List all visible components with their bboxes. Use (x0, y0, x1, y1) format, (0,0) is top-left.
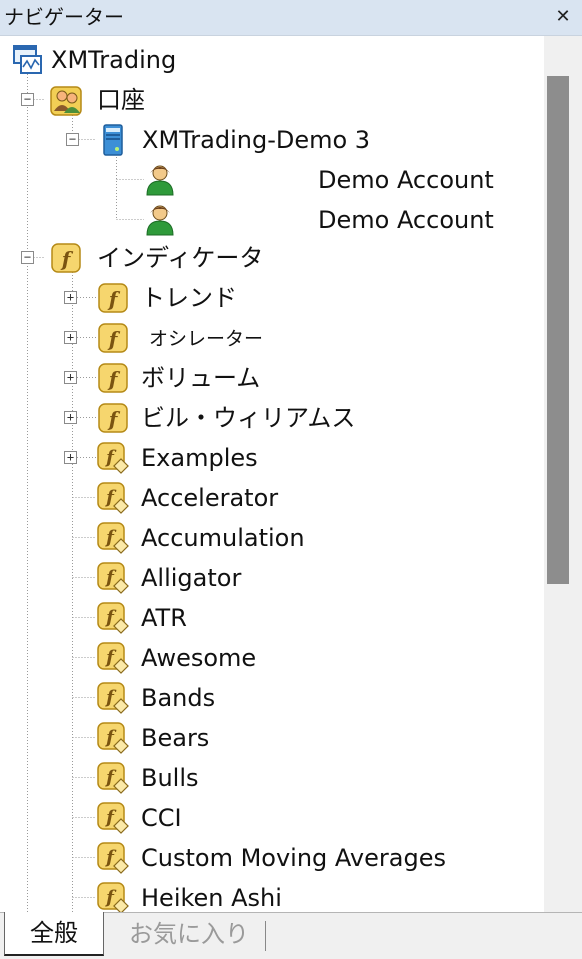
tree-node-account[interactable]: Demo Account (0, 202, 540, 238)
indicator-icon: f (97, 522, 129, 554)
accounts-folder-icon (50, 86, 82, 116)
tab-separator (265, 921, 266, 951)
function-folder-icon: f (98, 283, 128, 313)
tree-label-indicator: Accumulation (141, 524, 305, 552)
function-folder-icon: f (98, 323, 128, 353)
expand-toggle-trend[interactable]: + (64, 291, 77, 304)
tree-label-indicator: Custom Moving Averages (141, 844, 446, 872)
user-icon (146, 165, 174, 196)
indicator-icon: f (97, 602, 129, 634)
tree-node-account[interactable]: Demo Account (0, 162, 540, 198)
tree-node-indicator[interactable]: f Accelerator (0, 480, 540, 516)
tree-label-folder: オシレーター (149, 328, 264, 350)
expand-toggle-volumes[interactable]: + (64, 371, 77, 384)
user-icon (146, 205, 174, 236)
indicator-icon: f (97, 442, 129, 474)
tree-node-indicator[interactable]: f Awesome (0, 640, 540, 676)
indicator-icon: f (97, 802, 129, 834)
tree-node-indicator[interactable]: f Bands (0, 680, 540, 716)
tree-label-indicators: インディケータ (97, 244, 264, 272)
tree-node-folder-bill-williams[interactable]: + f ビル・ウィリアムス (0, 400, 540, 436)
tree-label-accounts: 口座 (97, 86, 145, 114)
tree-node-indicator[interactable]: f Heiken Ashi (0, 880, 540, 912)
tab-bar: 全般 お気に入り (0, 912, 582, 959)
tree-label-indicator: Bands (141, 684, 216, 712)
tree-node-folder-trend[interactable]: + f トレンド (0, 280, 540, 316)
expand-toggle-oscillators[interactable]: + (64, 331, 77, 344)
navigator-titlebar: ナビゲーター ✕ (0, 0, 582, 36)
tree-label-indicator: CCI (141, 804, 182, 832)
tree-node-indicator[interactable]: f Accumulation (0, 520, 540, 556)
tree-label-folder: ビル・ウィリアムス (141, 404, 356, 432)
indicator-icon: f (97, 682, 129, 714)
navigator-tree: XMTrading − 口座 − XMTrading-Demo 3 Demo A… (0, 36, 544, 912)
indicator-icon: f (97, 842, 129, 874)
tree-label-server: XMTrading-Demo 3 (142, 126, 371, 154)
tree-label-account-1: Demo Account (318, 166, 494, 194)
tree-label-indicator: Awesome (141, 644, 257, 672)
tree-node-indicator[interactable]: f Alligator (0, 560, 540, 596)
tree-node-folder-volumes[interactable]: + f ボリューム (0, 360, 540, 396)
tree-node-indicator[interactable]: f Custom Moving Averages (0, 840, 540, 876)
indicator-icon: f (97, 882, 129, 912)
vertical-scrollbar[interactable] (544, 36, 582, 912)
indicator-icon: f (97, 562, 129, 594)
indicator-icon: f (97, 482, 129, 514)
server-icon (103, 124, 123, 156)
tree-label-indicator: Alligator (141, 564, 242, 592)
tree-node-indicator[interactable]: f Bears (0, 720, 540, 756)
tree-node-indicator[interactable]: f CCI (0, 800, 540, 836)
tree-node-indicator[interactable]: f Bulls (0, 760, 540, 796)
expand-toggle-bill-williams[interactable]: + (64, 411, 77, 424)
close-icon[interactable]: ✕ (550, 4, 576, 30)
indicator-icon: f (97, 762, 129, 794)
terminal-icon (13, 45, 42, 74)
collapse-toggle-accounts[interactable]: − (21, 93, 34, 106)
tree-node-indicators[interactable]: − f インディケータ (0, 240, 540, 276)
window-title: ナビゲーター (4, 5, 124, 29)
tree-node-folder-examples[interactable]: + f Examples (0, 440, 540, 476)
tree-label-folder: Examples (141, 444, 258, 472)
tree-label-indicator: Accelerator (141, 484, 279, 512)
function-folder-icon: f (98, 403, 128, 433)
indicator-icon: f (97, 722, 129, 754)
tree-label-indicator: Heiken Ashi (141, 884, 282, 912)
tree-label-root: XMTrading (51, 46, 177, 74)
expand-toggle-examples[interactable]: + (64, 451, 77, 464)
tab-favorites[interactable]: お気に入り (114, 913, 264, 955)
tree-label-indicator: Bulls (141, 764, 199, 792)
tab-general[interactable]: 全般 (4, 912, 104, 956)
tree-label-indicator: Bears (141, 724, 210, 752)
tree-label-folder: ボリューム (141, 364, 261, 392)
tree-node-indicator[interactable]: f ATR (0, 600, 540, 636)
scrollbar-thumb[interactable] (547, 76, 569, 584)
tree-node-server[interactable]: − XMTrading-Demo 3 (0, 122, 540, 158)
tree-label-indicator: ATR (141, 604, 187, 632)
collapse-toggle-indicators[interactable]: − (21, 251, 34, 264)
function-folder-icon: f (51, 243, 81, 273)
collapse-toggle-server[interactable]: − (66, 133, 79, 146)
tree-node-folder-oscillators[interactable]: + f オシレーター (0, 320, 540, 356)
tree-label-account-2: Demo Account (318, 206, 494, 234)
indicator-icon: f (97, 642, 129, 674)
tree-node-root[interactable]: XMTrading (0, 42, 540, 78)
function-folder-icon: f (98, 363, 128, 393)
tree-label-folder: トレンド (141, 284, 237, 312)
tree-node-accounts[interactable]: − 口座 (0, 82, 540, 118)
